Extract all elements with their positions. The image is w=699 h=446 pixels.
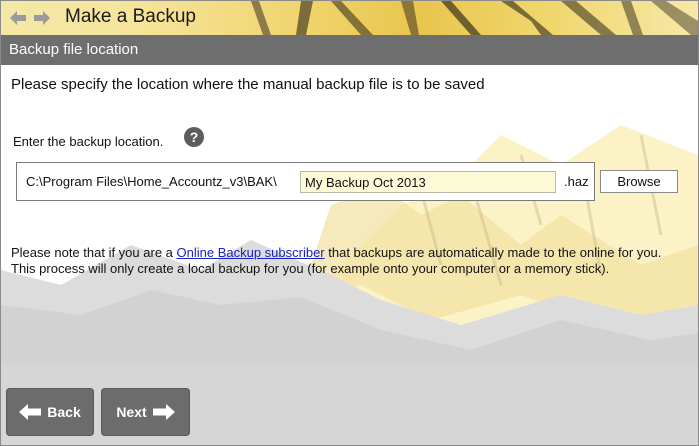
question-mark-icon[interactable]: ?: [184, 127, 204, 147]
next-button-label: Next: [116, 404, 147, 420]
back-button-label: Back: [47, 404, 81, 420]
file-extension: .haz: [564, 174, 589, 189]
note-text-start: Please note that if you are a: [11, 245, 177, 260]
arrow-left-icon[interactable]: [10, 11, 26, 25]
next-arrow-icon: [152, 404, 175, 420]
section-header: Backup file location: [1, 35, 698, 65]
nav-arrows: [10, 11, 50, 25]
arrow-right-icon[interactable]: [34, 11, 50, 25]
online-backup-link[interactable]: Online Backup subscriber: [177, 245, 325, 260]
location-label: Enter the backup location.: [13, 134, 164, 149]
back-arrow-icon: [19, 404, 42, 420]
backup-location-box: C:\Program Files\Home_Accountz_v3\BAK\ .…: [16, 162, 595, 201]
next-button[interactable]: Next: [101, 388, 190, 436]
window-title: Make a Backup: [65, 6, 196, 27]
title-bar: Make a Backup: [1, 1, 698, 35]
back-button[interactable]: Back: [6, 388, 94, 436]
backup-wizard-window: Make a Backup Backup file location Pleas…: [0, 0, 699, 446]
section-title: Backup file location: [9, 41, 139, 58]
path-prefix: C:\Program Files\Home_Accountz_v3\BAK\: [26, 174, 277, 189]
browse-button[interactable]: Browse: [600, 170, 678, 193]
instruction-text: Please specify the location where the ma…: [11, 76, 485, 93]
filename-input[interactable]: [300, 171, 556, 193]
online-backup-note: Please note that if you are a Online Bac…: [11, 245, 681, 277]
